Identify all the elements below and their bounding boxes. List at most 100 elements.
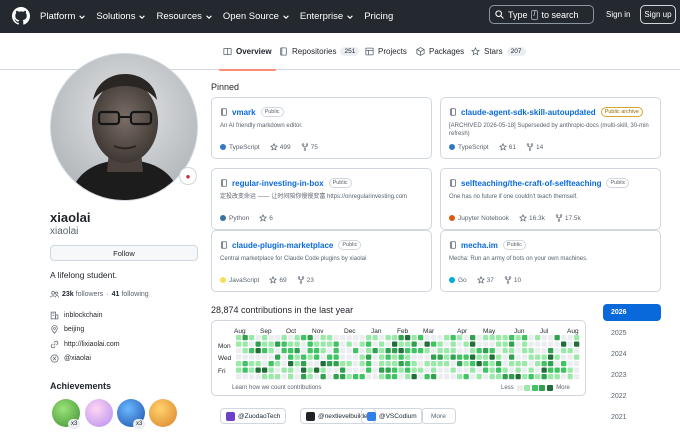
contribution-cell[interactable] bbox=[502, 361, 508, 367]
year-2023[interactable]: 2023 bbox=[603, 367, 661, 384]
contribution-cell[interactable] bbox=[392, 361, 398, 367]
contribution-cell[interactable] bbox=[333, 354, 339, 360]
followers-count[interactable]: 23k bbox=[62, 291, 74, 298]
contribution-cell[interactable] bbox=[509, 335, 515, 341]
contribution-cell[interactable] bbox=[366, 341, 372, 347]
repo-name-link[interactable]: mecha.im bbox=[461, 241, 498, 250]
contribution-cell[interactable] bbox=[418, 361, 424, 367]
contribution-cell[interactable] bbox=[567, 374, 573, 380]
contribution-cell[interactable] bbox=[483, 374, 489, 380]
contribution-cell[interactable] bbox=[340, 374, 346, 380]
contribution-cell[interactable] bbox=[483, 354, 489, 360]
repo-forks[interactable]: 14 bbox=[526, 143, 543, 151]
contribution-cell[interactable] bbox=[411, 361, 417, 367]
contribution-cell[interactable] bbox=[574, 374, 580, 380]
contribution-cell[interactable] bbox=[522, 361, 528, 367]
contribution-cell[interactable] bbox=[405, 354, 411, 360]
contribution-cell[interactable] bbox=[275, 374, 281, 380]
contribution-cell[interactable] bbox=[548, 367, 554, 373]
contribution-cell[interactable] bbox=[457, 367, 463, 373]
sign-in-link[interactable]: Sign in bbox=[606, 10, 630, 19]
contribution-cell[interactable] bbox=[444, 374, 450, 380]
contribution-cell[interactable] bbox=[567, 367, 573, 373]
contribution-cell[interactable] bbox=[476, 341, 482, 347]
contribution-cell[interactable] bbox=[288, 367, 294, 373]
contribution-cell[interactable] bbox=[353, 354, 359, 360]
contribution-cell[interactable] bbox=[418, 367, 424, 373]
repo-forks[interactable]: 10 bbox=[504, 276, 521, 284]
contribution-cell[interactable] bbox=[554, 341, 560, 347]
contribution-cell[interactable] bbox=[398, 354, 404, 360]
contribution-cell[interactable] bbox=[320, 354, 326, 360]
contribution-cell[interactable] bbox=[275, 367, 281, 373]
contribution-cell[interactable] bbox=[294, 348, 300, 354]
contribution-cell[interactable] bbox=[424, 348, 430, 354]
contribution-cell[interactable] bbox=[541, 354, 547, 360]
contribution-cell[interactable] bbox=[314, 354, 320, 360]
contribution-cell[interactable] bbox=[307, 367, 313, 373]
contribution-cell[interactable] bbox=[554, 354, 560, 360]
contribution-cell[interactable] bbox=[301, 335, 307, 341]
contribution-cell[interactable] bbox=[301, 341, 307, 347]
contribution-cell[interactable] bbox=[385, 348, 391, 354]
contribution-cell[interactable] bbox=[437, 348, 443, 354]
contribution-cell[interactable] bbox=[431, 367, 437, 373]
contribution-cell[interactable] bbox=[288, 361, 294, 367]
contribution-cell[interactable] bbox=[379, 348, 385, 354]
contribution-cell[interactable] bbox=[314, 374, 320, 380]
contribution-cell[interactable] bbox=[444, 354, 450, 360]
contribution-cell[interactable] bbox=[483, 361, 489, 367]
contribution-cell[interactable] bbox=[515, 361, 521, 367]
contribution-cell[interactable] bbox=[548, 335, 554, 341]
contribution-cell[interactable] bbox=[353, 374, 359, 380]
repo-stars[interactable]: 61 bbox=[498, 143, 516, 151]
contribution-cell[interactable] bbox=[567, 335, 573, 341]
contribution-cell[interactable] bbox=[450, 335, 456, 341]
contribution-cell[interactable] bbox=[242, 361, 248, 367]
orgs-more-button[interactable]: More bbox=[421, 408, 456, 424]
contribution-cell[interactable] bbox=[535, 348, 541, 354]
contribution-cell[interactable] bbox=[333, 348, 339, 354]
contribution-cell[interactable] bbox=[476, 361, 482, 367]
contribution-cell[interactable] bbox=[281, 374, 287, 380]
social-link[interactable]: @xiaolai bbox=[64, 355, 91, 362]
contribution-cell[interactable] bbox=[353, 361, 359, 367]
year-2026[interactable]: 2026 bbox=[603, 304, 661, 321]
contribution-cell[interactable] bbox=[301, 367, 307, 373]
contribution-cell[interactable] bbox=[541, 348, 547, 354]
contribution-cell[interactable] bbox=[509, 361, 515, 367]
contribution-cell[interactable] bbox=[333, 361, 339, 367]
sign-up-button[interactable]: Sign up bbox=[640, 5, 676, 24]
nav-item-pricing[interactable]: Pricing bbox=[364, 11, 393, 22]
contribution-cell[interactable] bbox=[528, 341, 534, 347]
contribution-cell[interactable] bbox=[437, 367, 443, 373]
contribution-cell[interactable] bbox=[489, 361, 495, 367]
contribution-cell[interactable] bbox=[496, 367, 502, 373]
contribution-cell[interactable] bbox=[411, 374, 417, 380]
contribution-cell[interactable] bbox=[424, 335, 430, 341]
contribution-cell[interactable] bbox=[249, 354, 255, 360]
contribution-cell[interactable] bbox=[398, 341, 404, 347]
contribution-cell[interactable] bbox=[262, 348, 268, 354]
contribution-cell[interactable] bbox=[275, 341, 281, 347]
contribution-cell[interactable] bbox=[561, 354, 567, 360]
contribution-cell[interactable] bbox=[268, 374, 274, 380]
contribution-cell[interactable] bbox=[262, 354, 268, 360]
contribution-cell[interactable] bbox=[476, 335, 482, 341]
contribution-cell[interactable] bbox=[418, 354, 424, 360]
contribution-cell[interactable] bbox=[561, 374, 567, 380]
contribution-cell[interactable] bbox=[242, 367, 248, 373]
contribution-cell[interactable] bbox=[470, 361, 476, 367]
contribution-cell[interactable] bbox=[327, 367, 333, 373]
contribution-cell[interactable] bbox=[288, 341, 294, 347]
tab-projects[interactable]: Projects bbox=[365, 33, 407, 70]
contribution-cell[interactable] bbox=[509, 374, 515, 380]
contribution-cell[interactable] bbox=[359, 361, 365, 367]
contribution-cell[interactable] bbox=[528, 354, 534, 360]
contribution-cell[interactable] bbox=[411, 367, 417, 373]
contribution-cell[interactable] bbox=[561, 348, 567, 354]
contribution-cell[interactable] bbox=[418, 348, 424, 354]
contribution-cell[interactable] bbox=[359, 354, 365, 360]
contribution-cell[interactable] bbox=[366, 361, 372, 367]
contribution-cell[interactable] bbox=[548, 348, 554, 354]
